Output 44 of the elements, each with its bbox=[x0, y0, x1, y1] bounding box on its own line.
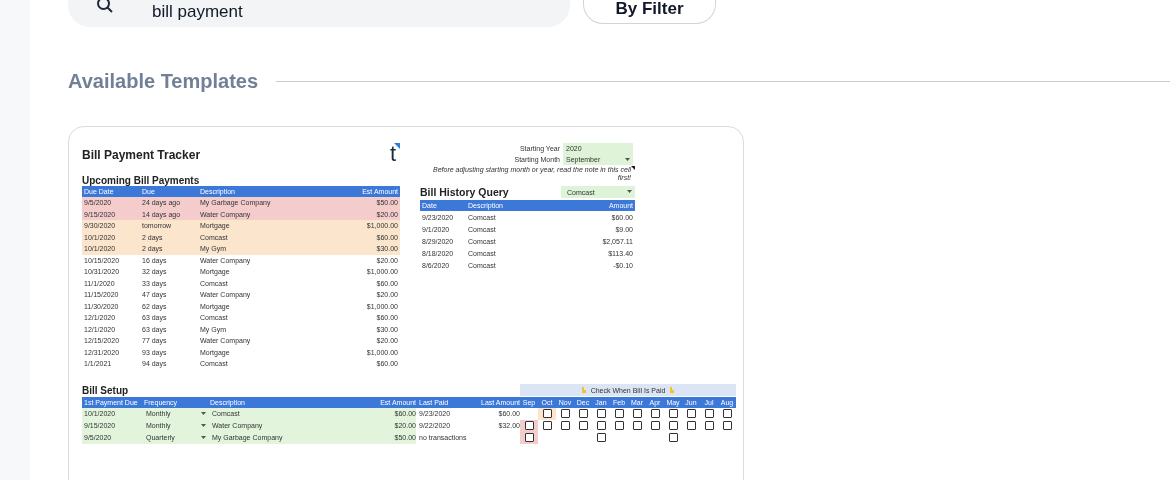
checkbox[interactable] bbox=[596, 421, 606, 430]
search-icon bbox=[96, 0, 114, 14]
checkbox[interactable] bbox=[704, 409, 714, 418]
checkbox[interactable] bbox=[722, 421, 732, 430]
checkbox[interactable] bbox=[524, 433, 534, 442]
checkbox[interactable] bbox=[524, 421, 534, 430]
hand-icon bbox=[580, 387, 587, 393]
checkbox[interactable] bbox=[560, 421, 570, 430]
checkbox[interactable] bbox=[614, 421, 624, 430]
checkbox[interactable] bbox=[560, 409, 570, 418]
dropdown-arrow-icon bbox=[625, 157, 630, 162]
checkbox[interactable] bbox=[650, 409, 660, 418]
checkbox[interactable] bbox=[704, 421, 714, 430]
dropdown-arrow-icon bbox=[200, 411, 206, 416]
checkbox[interactable] bbox=[668, 409, 678, 418]
checkbox[interactable] bbox=[578, 421, 588, 430]
checkbox[interactable] bbox=[596, 433, 606, 442]
checkbox[interactable] bbox=[542, 409, 552, 418]
sheet-title: Bill Payment Tracker bbox=[82, 148, 201, 164]
hand-icon bbox=[669, 387, 676, 393]
table-title: Upcoming Bill Payments bbox=[82, 175, 201, 186]
filter-button[interactable]: By Filter bbox=[583, 0, 716, 24]
checkbox[interactable] bbox=[596, 409, 606, 418]
table-title: Bill History Query bbox=[420, 186, 509, 198]
checkbox[interactable] bbox=[668, 421, 678, 430]
dropdown-arrow-icon bbox=[200, 423, 206, 428]
template-card[interactable] bbox=[68, 126, 744, 480]
logo: t bbox=[389, 143, 400, 165]
checkbox[interactable] bbox=[614, 409, 624, 418]
checkbox[interactable] bbox=[668, 433, 678, 442]
comment-indicator-icon bbox=[631, 166, 635, 170]
checkbox[interactable] bbox=[650, 421, 660, 430]
section-title: Available Templates bbox=[68, 70, 259, 93]
dropdown-arrow-icon bbox=[200, 435, 206, 440]
table-title: Bill Setup bbox=[82, 384, 130, 396]
checkbox[interactable] bbox=[686, 409, 696, 418]
checkbox[interactable] bbox=[542, 421, 552, 430]
checkbox[interactable] bbox=[686, 421, 696, 430]
checkbox[interactable] bbox=[578, 409, 588, 418]
checkbox[interactable] bbox=[632, 409, 642, 418]
checkbox[interactable] bbox=[722, 409, 732, 418]
search-field[interactable]: bill payment bbox=[68, 0, 570, 27]
dropdown-arrow-icon bbox=[627, 190, 632, 194]
checkbox[interactable] bbox=[632, 421, 642, 430]
